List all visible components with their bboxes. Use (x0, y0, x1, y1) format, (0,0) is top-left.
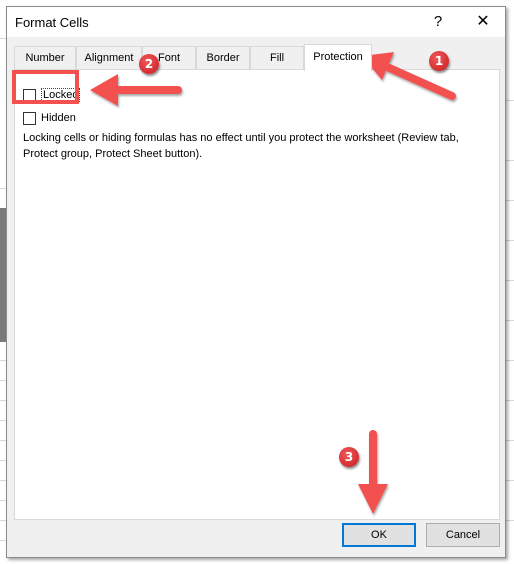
dialog-title: Format Cells (15, 15, 89, 30)
question-mark-icon[interactable]: ? (431, 13, 445, 30)
tab-protection[interactable]: Protection (304, 44, 372, 71)
cancel-button[interactable]: Cancel (426, 523, 500, 547)
spreadsheet-background-right (506, 0, 514, 564)
hidden-option[interactable]: Hidden (23, 110, 76, 126)
close-icon[interactable]: ✕ (475, 11, 491, 31)
tab-number[interactable]: Number (14, 46, 76, 70)
protection-panel: Locked Hidden Locking cells or hiding fo… (14, 69, 500, 520)
tab-alignment[interactable]: Alignment (76, 46, 142, 70)
locked-checkbox[interactable] (23, 88, 36, 102)
format-cells-dialog: Format Cells ? ✕ Number Alignment Font B… (6, 6, 506, 558)
tab-fill[interactable]: Fill (250, 46, 304, 70)
tab-border[interactable]: Border (196, 46, 250, 70)
locked-label[interactable]: Locked (41, 88, 81, 102)
dialog-titlebar: Format Cells ? ✕ (7, 7, 505, 37)
protection-description: Locking cells or hiding formulas has no … (23, 132, 459, 160)
ok-button[interactable]: OK (342, 523, 416, 547)
hidden-label[interactable]: Hidden (41, 112, 76, 124)
locked-option[interactable]: Locked (23, 87, 81, 103)
hidden-checkbox[interactable] (23, 111, 36, 125)
tab-font[interactable]: Font (142, 46, 196, 70)
